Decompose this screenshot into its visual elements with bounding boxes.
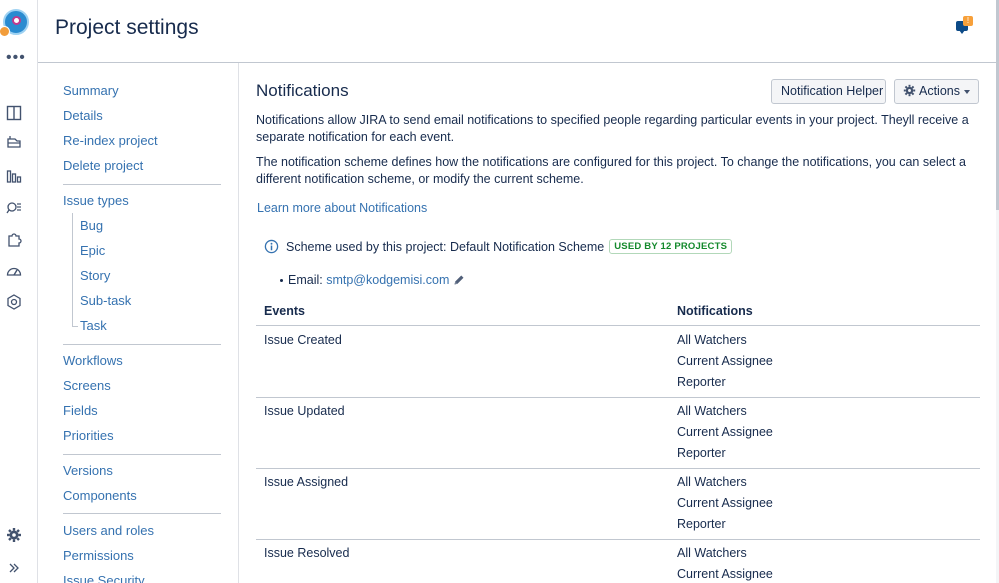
sidebar-item-components[interactable]: Components [63,483,221,508]
pencil-edit-icon[interactable] [453,274,465,286]
section-title: Notifications [256,81,349,100]
nav-group-general: Summary Details Re-index project Delete pro… [63,78,221,178]
avatar-status-badge [0,26,10,37]
notification-helper-button[interactable]: Notification Helper [771,79,886,104]
page-title: Project settings [55,16,199,39]
nav-group-people: Users and roles Permissions Issue Security [63,518,221,583]
admin-gear-icon[interactable] [6,527,22,543]
backlog-icon[interactable] [6,134,22,150]
table-row: Issue Resolved All Watchers Current Assign… [256,540,980,583]
sidebar-item-fields[interactable]: Fields [63,398,221,423]
learn-more-link[interactable]: Learn more about Notifications [257,201,427,215]
nav-divider [63,454,221,455]
sidebar-item-issue-types[interactable]: Issue types [63,188,221,213]
sidebar-item-bug[interactable]: Bug [72,213,221,238]
avatar-eye [12,16,21,25]
sidebar-item-delete-project[interactable]: Delete project [63,153,221,178]
notification-recipient: Current Assignee [677,425,773,439]
search-issues-icon[interactable] [6,200,22,216]
sidebar-item-sub-task[interactable]: Sub-task [72,288,221,313]
notification-list: All Watchers Current Assignee Reporter [677,475,773,538]
column-header-events: Events [264,304,305,318]
notification-recipient: Reporter [677,446,726,460]
status-badge[interactable]: USED BY 12 PROJECTS [609,239,733,255]
feedback-bubble-tail [959,30,965,34]
notifications-description: Notifications allow JIRA to send email n… [256,113,969,144]
nav-divider [63,513,221,514]
sidebar-item-screens[interactable]: Screens [63,373,221,398]
sidebar-item-priorities[interactable]: Priorities [63,423,221,448]
sidebar-item-versions[interactable]: Versions [63,458,221,483]
table-header: Events Notifications [256,300,980,326]
notification-list: All Watchers Current Assignee Reporter [677,404,773,467]
settings-icon[interactable] [6,294,22,310]
email-setting: Email: smtp@kodgemisi.com [280,270,465,290]
chevron-down-icon [964,89,970,94]
nav-divider [63,184,221,185]
feedback-badge: ! [963,16,973,26]
table-row: Issue Updated All Watchers Current Assigne… [256,398,980,469]
sidebar-item-workflows[interactable]: Workflows [63,348,221,373]
actions-label: Actions [919,84,960,98]
bullet [280,279,283,283]
board-icon[interactable] [6,105,22,121]
notification-recipient: All Watchers [677,475,747,489]
actions-dropdown-button[interactable]: Actions [894,79,979,104]
expand-icon[interactable] [6,560,22,576]
sidebar-item-permissions[interactable]: Permissions [63,543,221,568]
event-name: Issue Updated [264,404,345,418]
addons-icon[interactable] [6,231,22,247]
scheme-prefix: Scheme used by this project: [286,240,447,254]
scheme-description: The notification scheme defines how the … [256,155,966,186]
sidebar-item-users-and-roles[interactable]: Users and roles [63,518,221,543]
info-icon [264,239,279,254]
notification-recipient: Reporter [677,517,726,531]
tree-line [72,213,78,326]
notification-recipient: Current Assignee [677,567,773,581]
app-root: ••• Project settings ! Summary Details R… [0,0,999,583]
nav-divider [63,344,221,345]
table-row: Issue Assigned All Watchers Current Assign… [256,469,980,540]
sidebar-item-task[interactable]: Task [72,313,221,338]
notification-recipient: All Watchers [677,333,747,347]
notification-recipient: All Watchers [677,546,747,560]
reports-icon[interactable] [6,168,22,184]
global-sidebar: ••• [0,0,38,583]
main-content: Notifications Notification Helper Action… [256,63,980,583]
event-name: Issue Resolved [264,546,350,560]
gear-icon [903,85,916,97]
email-label: Email: [288,273,323,287]
event-name: Issue Created [264,333,342,347]
feedback-icon[interactable]: ! [956,16,973,35]
notification-list: All WatchersCurrent AssigneeReporter [677,546,773,583]
dashboard-icon[interactable] [6,263,22,279]
sidebar-item-issue-security[interactable]: Issue Security [63,568,221,583]
column-header-notifications: Notifications [677,304,753,318]
notification-recipient: Reporter [677,375,726,389]
notification-recipient: Current Assignee [677,354,773,368]
sidebar-item-epic[interactable]: Epic [72,238,221,263]
notification-recipient: Current Assignee [677,496,773,510]
sidebar-item-details[interactable]: Details [63,103,221,128]
more-icon[interactable]: ••• [6,50,26,66]
project-settings-nav: Summary Details Re-index project Delete pro… [38,63,239,583]
sidebar-item-story[interactable]: Story [72,263,221,288]
tree-line-end [72,326,78,327]
notification-list: All Watchers Current Assignee Reporter [677,333,773,396]
email-link[interactable]: smtp@kodgemisi.com [326,273,449,287]
nav-group-workflows: Workflows Screens Fields Priorities [63,348,221,448]
scheme-info: Scheme used by this project: Default Not… [264,237,733,257]
page-header: Project settings ! [38,0,996,63]
issue-types-list: Bug Epic Story Sub-task Task [72,213,221,338]
notification-recipient: All Watchers [677,404,747,418]
sidebar-item-summary[interactable]: Summary [63,78,221,103]
table-row: Issue Created All Watchers Current Assigne… [256,327,980,398]
scheme-name: Default Notification Scheme [449,240,605,254]
nav-group-versions: Versions Components [63,458,221,508]
event-name: Issue Assigned [264,475,349,489]
nav-group-issue-types: Issue types Bug Epic Story Sub-task Task [63,188,221,338]
sidebar-item-re-index-project[interactable]: Re-index project [63,128,221,153]
